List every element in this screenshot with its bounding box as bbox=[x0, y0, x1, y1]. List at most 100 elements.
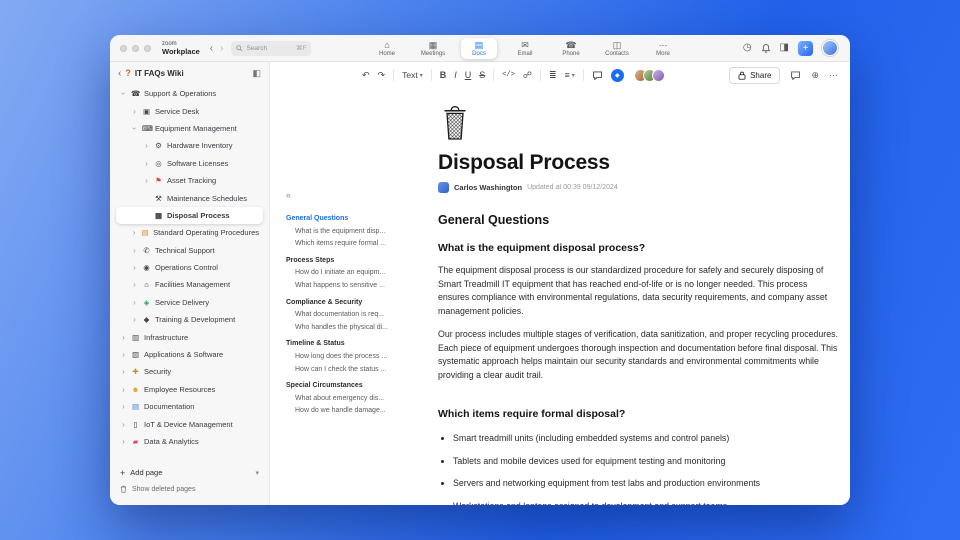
section-heading[interactable]: General Questions bbox=[438, 213, 838, 227]
sidebar-item-maintenance-schedules[interactable]: › ⚒ Maintenance Schedules bbox=[116, 189, 263, 206]
toc-item-damage[interactable]: How do we handle damage... bbox=[286, 405, 390, 418]
toc-section-timeline-status[interactable]: Timeline & Status bbox=[286, 338, 390, 351]
collaborator-avatar[interactable] bbox=[651, 68, 665, 82]
chevron-right-icon[interactable]: › bbox=[120, 350, 127, 359]
sidebar-item-service-delivery[interactable]: › ◈ Service Delivery bbox=[116, 294, 263, 311]
sidebar-item-employee-resources[interactable]: › ☻ Employee Resources bbox=[116, 381, 263, 398]
list-item[interactable]: Smart treadmill units (including embedde… bbox=[453, 433, 838, 443]
sidebar-collapse-icon[interactable]: ◧ bbox=[252, 68, 261, 79]
share-button[interactable]: Share bbox=[729, 66, 781, 84]
chevron-right-icon[interactable]: › bbox=[143, 176, 150, 185]
panel-toggle-icon[interactable]: ◨ bbox=[780, 43, 789, 53]
link-button[interactable]: ☍ bbox=[523, 70, 532, 81]
toc-item-how-long[interactable]: How long does the process ... bbox=[286, 351, 390, 364]
globe-icon[interactable]: ⊕ bbox=[811, 70, 819, 81]
sidebar-item-service-desk[interactable]: › ▣ Service Desk bbox=[116, 102, 263, 119]
sidebar-item-standard-operating-procedures[interactable]: › ▤ Standard Operating Procedures bbox=[116, 224, 263, 241]
chevron-right-icon[interactable]: › bbox=[131, 298, 138, 307]
chevron-right-icon[interactable]: › bbox=[131, 246, 138, 255]
tab-meetings[interactable]: ▦ Meetings bbox=[415, 38, 451, 59]
minimize-button[interactable] bbox=[132, 44, 139, 52]
chevron-right-icon[interactable]: › bbox=[131, 280, 138, 289]
chevron-down-icon[interactable]: › bbox=[119, 90, 128, 97]
tab-more[interactable]: ⋯ More bbox=[645, 38, 681, 59]
sidebar-item-software-licenses[interactable]: › ◎ Software Licenses bbox=[116, 155, 263, 172]
strikethrough-button[interactable]: S bbox=[479, 70, 485, 80]
sidebar-back-icon[interactable]: ‹ bbox=[118, 68, 121, 79]
align-button[interactable]: ≡ ▾ bbox=[565, 70, 575, 80]
tab-contacts[interactable]: ◫ Contacts bbox=[599, 38, 635, 59]
chevron-right-icon[interactable]: › bbox=[120, 385, 127, 394]
chevron-right-icon[interactable]: › bbox=[143, 159, 150, 168]
chevron-right-icon[interactable]: › bbox=[120, 367, 127, 376]
toc-section-special-circumstances[interactable]: Special Circumstances bbox=[286, 380, 390, 393]
chevron-right-icon[interactable]: › bbox=[131, 228, 137, 237]
chevron-right-icon[interactable]: › bbox=[120, 333, 127, 342]
chevron-right-icon[interactable]: › bbox=[131, 315, 138, 324]
sidebar-item-security[interactable]: › ✚ Security bbox=[116, 363, 263, 380]
question-heading-2[interactable]: Which items require formal disposal? bbox=[438, 408, 838, 420]
clock-icon[interactable]: ◷ bbox=[743, 43, 752, 53]
toc-item-which-items[interactable]: Which items require formal ... bbox=[286, 238, 390, 251]
document-canvas[interactable]: « General Questions What is the equipmen… bbox=[270, 88, 850, 505]
sidebar-item-training-development[interactable]: › ◆ Training & Development bbox=[116, 311, 263, 328]
italic-button[interactable]: I bbox=[454, 70, 457, 80]
toc-item-documentation[interactable]: What documentation is req... bbox=[286, 309, 390, 322]
chevron-right-icon[interactable]: › bbox=[131, 107, 138, 116]
sidebar-item-hardware-inventory[interactable]: › ⚙ Hardware Inventory bbox=[116, 137, 263, 154]
ai-companion-button[interactable]: ◆ bbox=[610, 68, 624, 82]
chevron-down-icon[interactable]: › bbox=[130, 125, 139, 132]
chevron-down-icon[interactable]: ▾ bbox=[255, 469, 259, 477]
back-icon[interactable]: ‹ bbox=[210, 43, 213, 54]
toc-item-how-initiate[interactable]: How do I initiate an equipm... bbox=[286, 267, 390, 280]
chat-bubble-icon[interactable] bbox=[790, 70, 801, 81]
question-heading-1[interactable]: What is the equipment disposal process? bbox=[438, 242, 838, 254]
notifications-bell-icon[interactable] bbox=[761, 43, 771, 54]
tab-home[interactable]: ⌂ Home bbox=[369, 38, 405, 59]
sidebar-item-iot-device-management[interactable]: › ▯ IoT & Device Management bbox=[116, 415, 263, 432]
sidebar-item-facilities-management[interactable]: › ⌂ Facilities Management bbox=[116, 276, 263, 293]
list-item[interactable]: Servers and networking equipment from te… bbox=[453, 478, 838, 488]
chevron-right-icon[interactable]: › bbox=[131, 263, 138, 272]
sidebar-item-disposal-process[interactable]: › ▦ Disposal Process bbox=[116, 206, 263, 225]
sidebar-item-equipment-management[interactable]: › ⌨ Equipment Management bbox=[116, 120, 263, 137]
sidebar-item-asset-tracking[interactable]: › ⚑ Asset Tracking bbox=[116, 172, 263, 189]
user-avatar[interactable] bbox=[822, 40, 838, 56]
toc-item-check-status[interactable]: How can I check the status ... bbox=[286, 364, 390, 377]
toc-section-general-questions[interactable]: General Questions bbox=[286, 213, 390, 226]
text-style-dropdown[interactable]: Text ▾ bbox=[402, 70, 423, 80]
collaborator-avatars[interactable] bbox=[633, 68, 665, 82]
paragraph-1[interactable]: The equipment disposal process is our st… bbox=[438, 264, 838, 318]
zoom-button[interactable] bbox=[144, 44, 151, 52]
list-item[interactable]: Workstations and laptops assigned to dev… bbox=[453, 501, 838, 506]
toc-item-who-handles[interactable]: Who handles the physical di... bbox=[286, 322, 390, 335]
tab-docs[interactable]: ▤ Docs bbox=[461, 37, 497, 59]
underline-button[interactable]: U bbox=[465, 70, 472, 80]
toc-item-what-is-disposal[interactable]: What is the equipment disp... bbox=[286, 226, 390, 239]
sidebar-item-infrastructure[interactable]: › ▥ Infrastructure bbox=[116, 328, 263, 345]
paragraph-2[interactable]: Our process includes multiple stages of … bbox=[438, 328, 838, 382]
sidebar-item-support-operations[interactable]: › ☎ Support & Operations bbox=[116, 85, 263, 102]
toc-item-emergency[interactable]: What about emergency dis... bbox=[286, 393, 390, 406]
show-deleted-pages-button[interactable]: Show deleted pages bbox=[116, 481, 263, 497]
tab-email[interactable]: ✉ Email bbox=[507, 38, 543, 59]
toc-section-compliance-security[interactable]: Compliance & Security bbox=[286, 297, 390, 310]
bullet-list-button[interactable]: ≣ bbox=[549, 70, 557, 81]
tab-phone[interactable]: ☎ Phone bbox=[553, 38, 589, 59]
close-button[interactable] bbox=[120, 44, 127, 52]
toc-item-sensitive[interactable]: What happens to sensitive ... bbox=[286, 280, 390, 293]
chevron-right-icon[interactable]: › bbox=[120, 402, 127, 411]
code-button[interactable]: </> bbox=[502, 71, 515, 79]
sidebar-item-documentation[interactable]: › ▤ Documentation bbox=[116, 398, 263, 415]
add-page-button[interactable]: + Add page ▾ bbox=[116, 464, 263, 481]
outline-collapse-icon[interactable]: « bbox=[286, 190, 291, 200]
search-input[interactable]: Search ⌘F bbox=[231, 40, 312, 56]
redo-button[interactable]: ↷ bbox=[378, 70, 386, 81]
sidebar-item-operations-control[interactable]: › ◉ Operations Control bbox=[116, 259, 263, 276]
chevron-right-icon[interactable]: › bbox=[143, 141, 150, 150]
forward-icon[interactable]: › bbox=[220, 43, 223, 54]
toc-section-process-steps[interactable]: Process Steps bbox=[286, 255, 390, 268]
sidebar-item-data-analytics[interactable]: › ▰ Data & Analytics bbox=[116, 433, 263, 450]
sidebar-item-applications-software[interactable]: › ▨ Applications & Software bbox=[116, 346, 263, 363]
comment-button[interactable] bbox=[592, 70, 603, 81]
